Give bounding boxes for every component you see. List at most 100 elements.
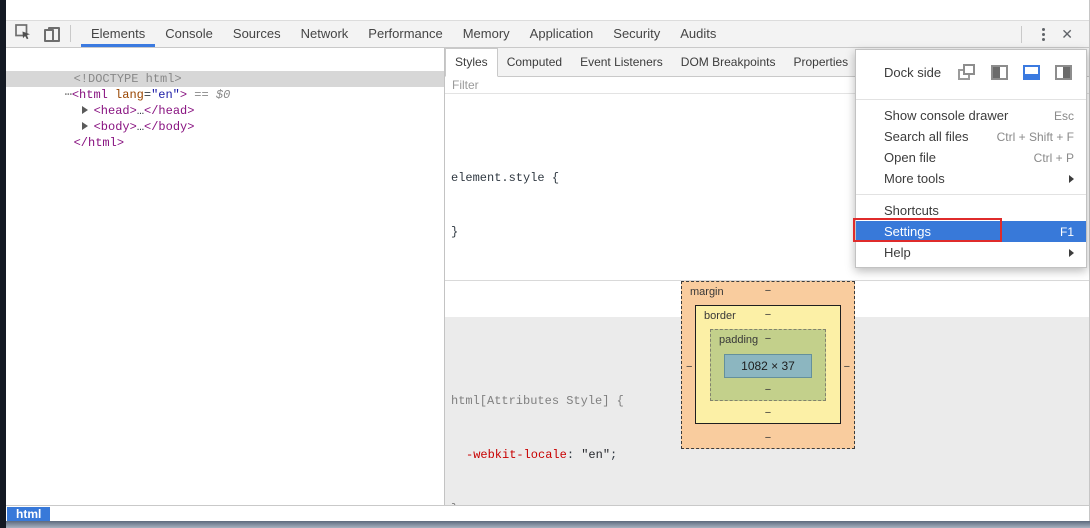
collapsed-ellipsis: … [137,120,144,134]
box-model-content[interactable]: 1082 × 37 [724,354,812,378]
head-close-tag: </head> [144,104,194,118]
menu-dock-side-row: Dock side [856,50,1086,94]
tab-sources[interactable]: Sources [223,21,291,47]
page-area-strip [6,0,1089,20]
rule-selector: html[Attributes Style] [451,394,609,408]
doctype-text: <!DOCTYPE html> [74,72,182,86]
tab-event-listeners[interactable]: Event Listeners [571,48,672,76]
tab-styles[interactable]: Styles [445,48,498,77]
menu-item-shortcut: Ctrl + P [1034,151,1074,165]
menu-item-shortcut: Ctrl + Shift + F [997,130,1074,144]
head-open-tag: <head> [94,104,137,118]
phone-shape [44,29,54,42]
menu-item-open-file[interactable]: Open file Ctrl + P [856,147,1086,168]
property-name: -webkit-locale [466,448,567,462]
ellipsis-marker: ⋯ [65,88,72,102]
menu-item-label: Settings [884,224,931,239]
tab-memory[interactable]: Memory [453,21,520,47]
rule-selector: element.style [451,171,545,185]
margin-bottom-value[interactable]: − [682,432,854,444]
tab-properties[interactable]: Properties [784,48,857,76]
tab-computed[interactable]: Computed [498,48,571,76]
breadcrumb-html[interactable]: html [7,507,50,522]
content-size-value: 1082 × 37 [741,359,795,373]
border-bottom-value[interactable]: − [696,407,840,419]
collapsed-ellipsis: … [137,104,144,118]
tab-network[interactable]: Network [291,21,359,47]
menu-item-search-all-files[interactable]: Search all files Ctrl + Shift + F [856,126,1086,147]
tab-application[interactable]: Application [520,21,604,47]
close-icon[interactable]: ✕ [1055,21,1079,47]
undock-icon[interactable] [958,64,976,80]
menu-item-label: More tools [884,171,945,186]
dock-right-icon[interactable] [1055,65,1072,80]
tab-security[interactable]: Security [603,21,670,47]
menu-separator [856,194,1086,195]
dom-node-doctype[interactable]: <!DOCTYPE html> [6,55,444,71]
margin-left-value[interactable]: − [686,361,692,373]
submenu-arrow-icon [1069,175,1074,183]
dollar-zero-hint: $0 [216,88,230,102]
property-semicolon: ; [610,448,617,462]
property-value: "en" [581,448,610,462]
devtools-main-menu: Dock side Show console drawer Esc Search… [855,49,1087,268]
tab-performance[interactable]: Performance [358,21,452,47]
margin-right-value[interactable]: − [844,361,850,373]
tab-audits[interactable]: Audits [670,21,726,47]
box-model-border[interactable]: border − − padding − − 1082 × 37 [695,305,841,424]
attr-value: "en" [151,88,180,102]
menu-item-more-tools[interactable]: More tools [856,168,1086,189]
html-tag: <html [72,88,108,102]
box-model-padding[interactable]: padding − − 1082 × 37 [710,329,826,401]
menu-item-label: Shortcuts [884,203,939,218]
devtools-toolbar: Elements Console Sources Network Perform… [6,20,1089,48]
expand-arrow-icon[interactable] [82,106,88,114]
dom-tree-panel: <!DOCTYPE html> ⋯<html lang="en"> == $0 … [6,48,445,505]
menu-item-help[interactable]: Help [856,242,1086,263]
window-bottom-edge [6,521,1090,528]
window-left-edge [0,0,6,528]
toolbar-right-controls: ✕ [1011,21,1089,47]
menu-item-settings-selected[interactable]: Settings F1 [856,221,1086,242]
tab-dom-breakpoints[interactable]: DOM Breakpoints [672,48,785,76]
menu-item-shortcuts[interactable]: Shortcuts [856,200,1086,221]
menu-item-shortcut: F1 [1060,225,1074,239]
toolbar-divider [1021,26,1022,43]
border-top-value[interactable]: − [696,309,840,321]
dock-side-label: Dock side [884,65,941,80]
box-model-margin[interactable]: margin − − − − − − − − border − − paddin… [681,281,855,449]
breadcrumb-bar: html [6,505,1089,522]
tab-console[interactable]: Console [155,21,223,47]
kebab-menu-icon[interactable] [1032,28,1055,41]
device-toolbar-icon[interactable] [43,26,60,42]
dock-side-options [958,64,1072,80]
menu-item-show-console-drawer[interactable]: Show console drawer Esc [856,105,1086,126]
attr-name: lang [108,88,144,102]
property-colon: : [567,448,581,462]
menu-item-shortcut: Esc [1054,109,1074,123]
menu-separator [856,99,1086,100]
body-open-tag: <body> [94,120,137,134]
toolbar-icons [6,21,60,47]
toolbar-divider [70,25,71,42]
tag-close-bracket: > [180,88,187,102]
html-close-tag: </html> [74,136,124,150]
panel-tabs: Elements Console Sources Network Perform… [81,21,726,47]
brace-open: { [609,394,623,408]
equals-hint: == [187,88,216,102]
dock-bottom-icon-selected[interactable] [1023,65,1040,80]
margin-top-value[interactable]: − [682,285,854,297]
padding-bottom-value[interactable]: − [711,384,825,396]
menu-item-label: Help [884,245,911,260]
styles-filter-input[interactable] [445,77,674,93]
brace-close: } [451,225,458,239]
attr-equals: = [144,88,151,102]
tab-elements[interactable]: Elements [81,21,155,47]
inspect-element-icon[interactable] [14,23,31,45]
body-close-tag: </body> [144,120,194,134]
padding-top-value[interactable]: − [711,333,825,345]
menu-item-label: Search all files [884,129,969,144]
dock-left-icon[interactable] [991,65,1008,80]
expand-arrow-icon[interactable] [82,122,88,130]
brace-open: { [545,171,559,185]
